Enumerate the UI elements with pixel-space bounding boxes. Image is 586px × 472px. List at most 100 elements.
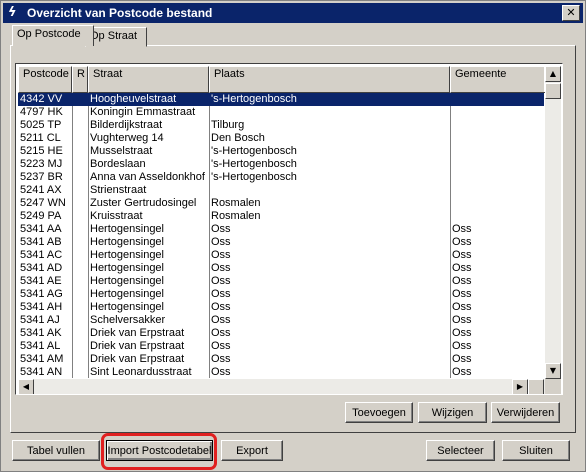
table-row[interactable]: 5341 AJ Schelversakker Oss Oss [18,314,544,327]
scroll-thumb[interactable] [545,83,561,99]
table-row[interactable]: 5341 AM Driek van Erpstraat Oss Oss [18,353,544,366]
tab-op-straat[interactable]: Op Straat [85,27,147,47]
table-row[interactable]: 4342 VV Hoogheuvelstraat 's-Hertogenbosch [18,93,544,106]
selecteer-button[interactable]: Selecteer [426,440,495,461]
table-row[interactable]: 5215 HE Musselstraat 's-Hertogenbosch [18,145,544,158]
cell-postcode: 4342 VV [20,93,63,105]
cell-straat: Hertogensingel [90,275,164,287]
cell-straat: Hertogensingel [90,288,164,300]
table-row[interactable]: 5341 AL Driek van Erpstraat Oss Oss [18,340,544,353]
cell-straat: Hertogensingel [90,249,164,261]
table-row[interactable]: 5211 CL Vughterweg 14 Den Bosch [18,132,544,145]
table-row[interactable]: 5341 AN Sint Leonardusstraat Oss Oss [18,366,544,378]
close-button[interactable]: ✕ [562,5,580,21]
scroll-right-icon[interactable]: ▶ [512,379,528,394]
cell-gemeente: Oss [452,301,472,313]
title-bar[interactable]: ϟ Overzicht van Postcode bestand ✕ [3,3,583,23]
table-row[interactable]: 5341 AA Hertogensingel Oss Oss [18,223,544,236]
cell-straat: Driek van Erpstraat [90,340,185,352]
cell-postcode: 5341 AC [20,249,63,261]
cell-postcode: 5341 AH [20,301,63,313]
cell-postcode: 5241 AX [20,184,62,196]
scroll-thumb-horizontal[interactable] [528,379,544,394]
table-row[interactable]: 5241 AX Strienstraat [18,184,544,197]
cell-gemeente: Oss [452,353,472,365]
wijzigen-button[interactable]: Wijzigen [418,402,487,423]
cell-plaats: Oss [211,262,231,274]
cell-plaats: Den Bosch [211,132,265,144]
cell-plaats: Oss [211,275,231,287]
column-header-postcode[interactable]: Postcode [18,66,72,93]
cell-gemeente [450,93,544,106]
cell-postcode: 5341 AA [20,223,62,235]
cell-plaats: 's-Hertogenbosch [211,145,297,157]
cell-postcode: 5215 HE [20,145,63,157]
table-row[interactable]: 5341 AH Hertogensingel Oss Oss [18,301,544,314]
cell-plaats: Tilburg [211,119,245,131]
export-button[interactable]: Export [221,440,283,461]
app-icon: ϟ [8,5,17,20]
cell-postcode: 5025 TP [20,119,62,131]
column-header-straat[interactable]: Straat [88,66,209,93]
cell-gemeente: Oss [452,236,472,248]
cell-plaats: Oss [211,288,231,300]
cell-postcode: 5341 AK [20,327,62,339]
table-row[interactable]: 5341 AE Hertogensingel Oss Oss [18,275,544,288]
cell-plaats: 's-Hertogenbosch [211,158,297,170]
table-row[interactable]: 5341 AK Driek van Erpstraat Oss Oss [18,327,544,340]
cell-gemeente: Oss [452,340,472,352]
cell-straat: Strienstraat [90,184,147,196]
cell-plaats: Rosmalen [211,197,261,209]
table-row[interactable]: 5247 WN Zuster Gertrudosingel Rosmalen [18,197,544,210]
cell-straat: Hertogensingel [90,236,164,248]
column-header-r[interactable]: R [72,66,88,93]
cell-postcode: 5341 AN [20,366,63,378]
vertical-scrollbar[interactable]: ▲ ▼ [545,66,561,379]
table-row[interactable]: 5341 AD Hertogensingel Oss Oss [18,262,544,275]
horizontal-scrollbar[interactable]: ◀ ▶ [18,379,545,394]
cell-straat: Bordeslaan [90,158,146,170]
cell-gemeente [450,171,544,184]
cell-gemeente: Oss [452,275,472,287]
column-header-gemeente[interactable]: Gemeente [450,66,546,93]
cell-straat: Hoogheuvelstraat [90,93,177,105]
cell-straat: Driek van Erpstraat [90,327,185,339]
cell-postcode: 5341 AG [20,288,63,300]
cell-plaats: Oss [211,366,231,378]
table-row[interactable]: 5025 TP Bilderdijkstraat Tilburg [18,119,544,132]
tab-op-postcode[interactable]: Op Postcode [12,25,94,46]
scroll-down-icon[interactable]: ▼ [545,363,561,379]
cell-plaats: Oss [211,353,231,365]
cell-plaats: Oss [211,301,231,313]
column-header-plaats[interactable]: Plaats [209,66,450,93]
scroll-up-icon[interactable]: ▲ [545,66,561,82]
cell-gemeente: Oss [452,262,472,274]
cell-gemeente: Oss [452,327,472,339]
scroll-left-icon[interactable]: ◀ [18,379,34,394]
cell-plaats [209,184,452,197]
table-row[interactable]: 5341 AB Hertogensingel Oss Oss [18,236,544,249]
toevoegen-button[interactable]: Toevoegen [345,402,413,423]
cell-postcode: 5247 WN [20,197,66,209]
scroll-corner [545,379,561,394]
table-row[interactable]: 5237 BR Anna van Asseldonkhof 's-Hertogenb… [18,171,544,184]
cell-postcode: 5341 AJ [20,314,60,326]
table-row[interactable]: 4797 HK Koningin Emmastraat [18,106,544,119]
table-row[interactable]: 5341 AG Hertogensingel Oss Oss [18,288,544,301]
verwijderen-button[interactable]: Verwijderen [491,402,560,423]
cell-plaats: Oss [211,340,231,352]
table-row[interactable]: 5249 PA Kruisstraat Rosmalen [18,210,544,223]
cell-gemeente: Oss [452,249,472,261]
table-row[interactable]: 5223 MJ Bordeslaan 's-Hertogenbosch [18,158,544,171]
cell-postcode: 5341 AE [20,275,62,287]
cell-postcode: 5341 AL [20,340,61,352]
cell-postcode: 5211 CL [20,132,61,144]
cell-gemeente: Oss [452,314,472,326]
postcode-grid[interactable]: Postcode R Straat Plaats Gemeente 4342 V… [15,63,563,395]
cell-postcode: 5237 BR [20,171,63,183]
table-row[interactable]: 5341 AC Hertogensingel Oss Oss [18,249,544,262]
highlight-ring [101,433,217,470]
sluiten-button[interactable]: Sluiten [502,440,570,461]
cell-gemeente [450,210,544,223]
tabel-vullen-button[interactable]: Tabel vullen [12,440,100,461]
